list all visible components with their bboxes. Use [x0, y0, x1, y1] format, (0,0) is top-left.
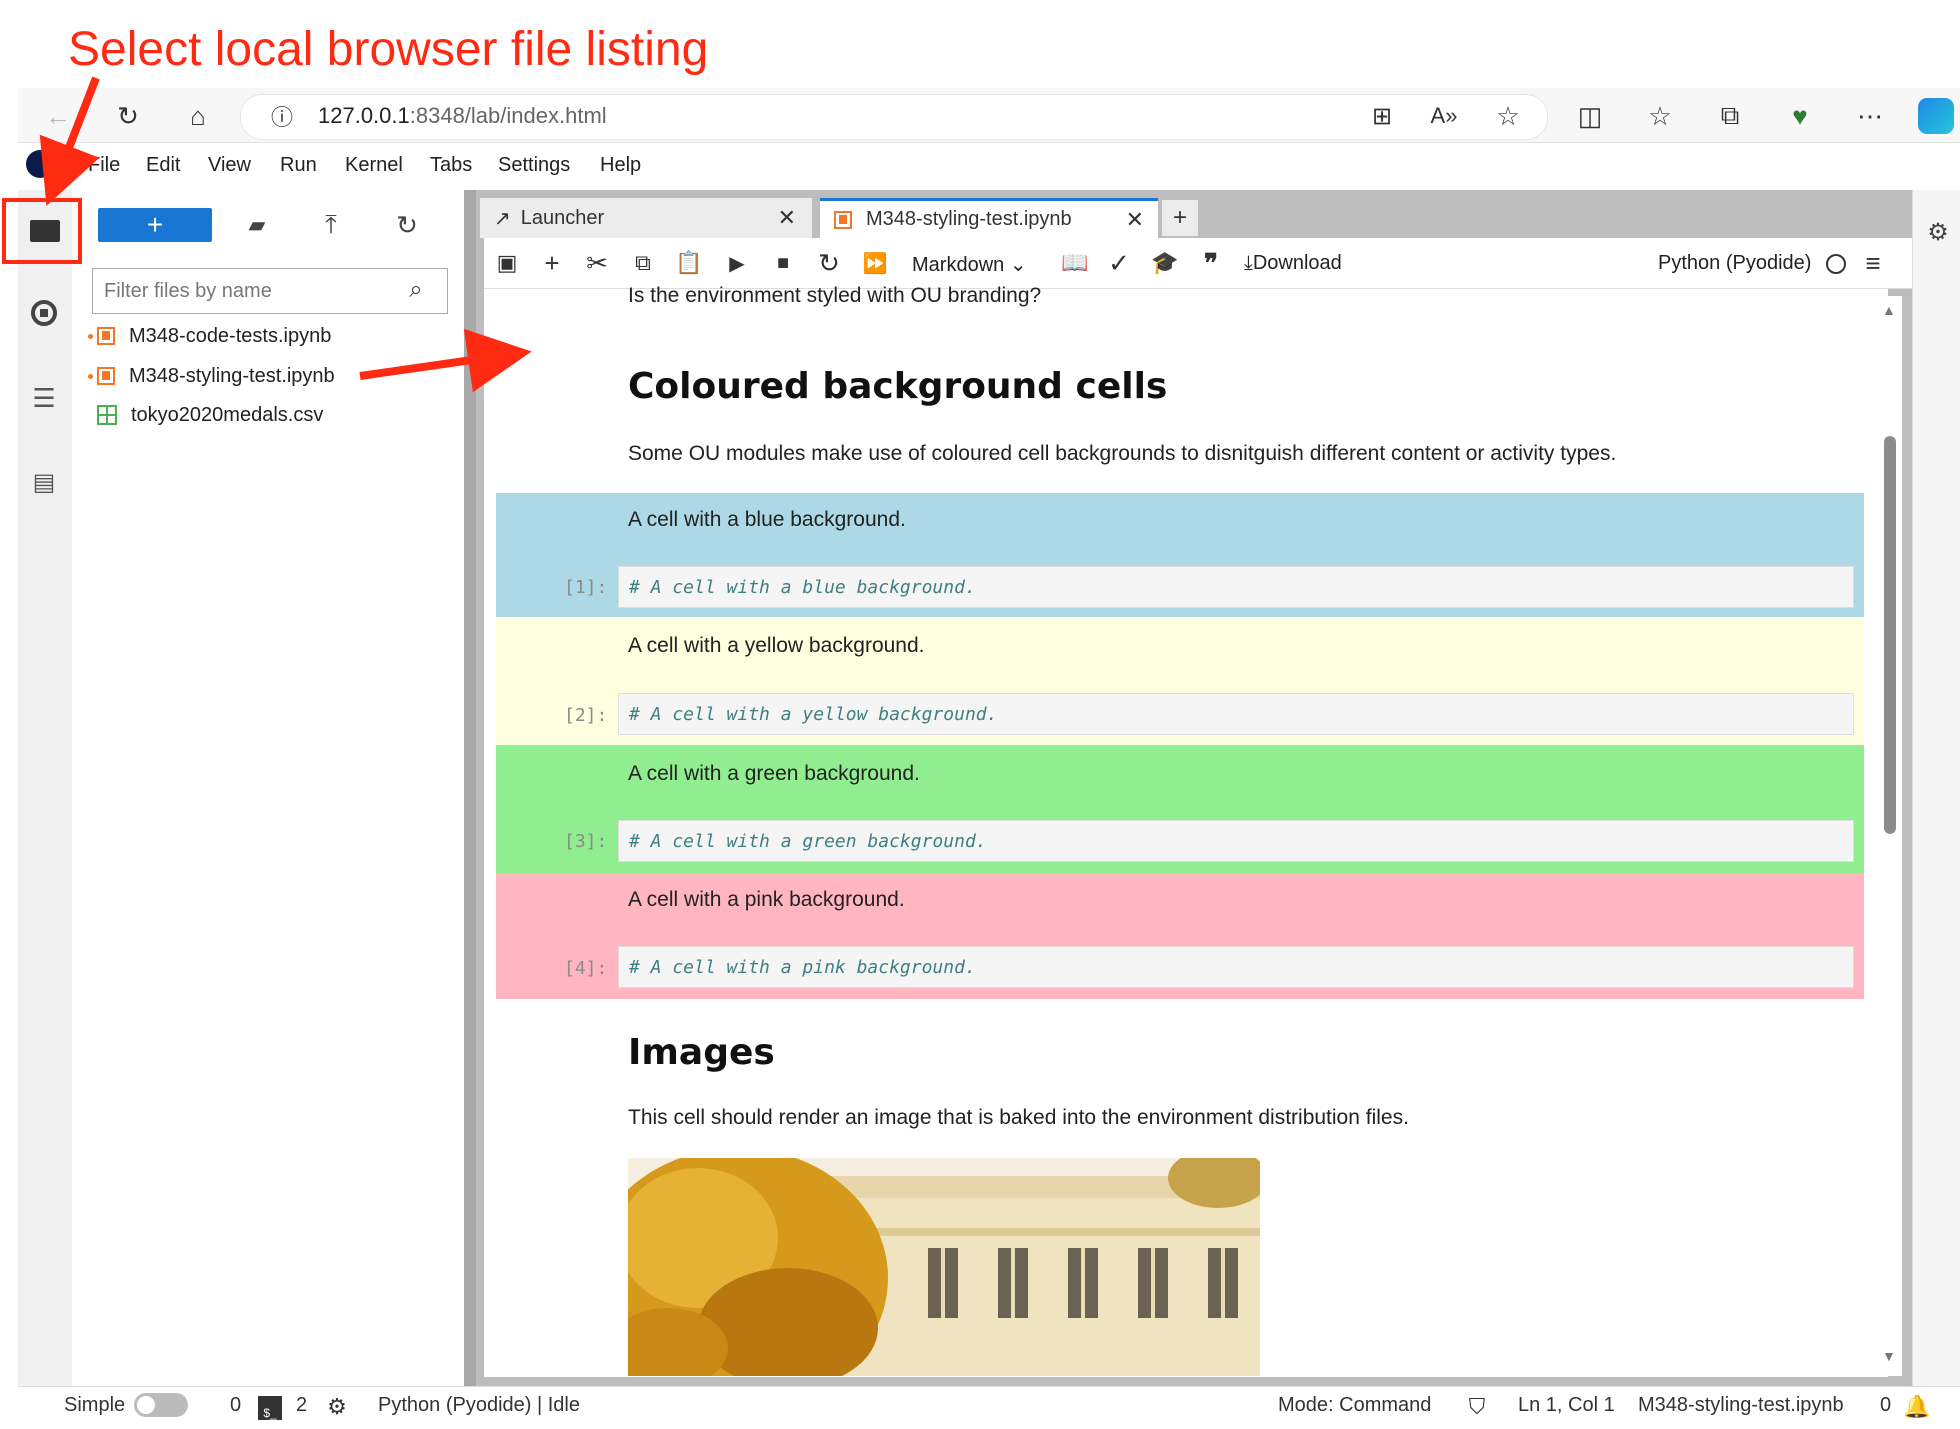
annotation-arrows [39, 76, 532, 393]
arrow-to-notebook [359, 328, 532, 393]
arrow-to-folder [39, 76, 100, 206]
